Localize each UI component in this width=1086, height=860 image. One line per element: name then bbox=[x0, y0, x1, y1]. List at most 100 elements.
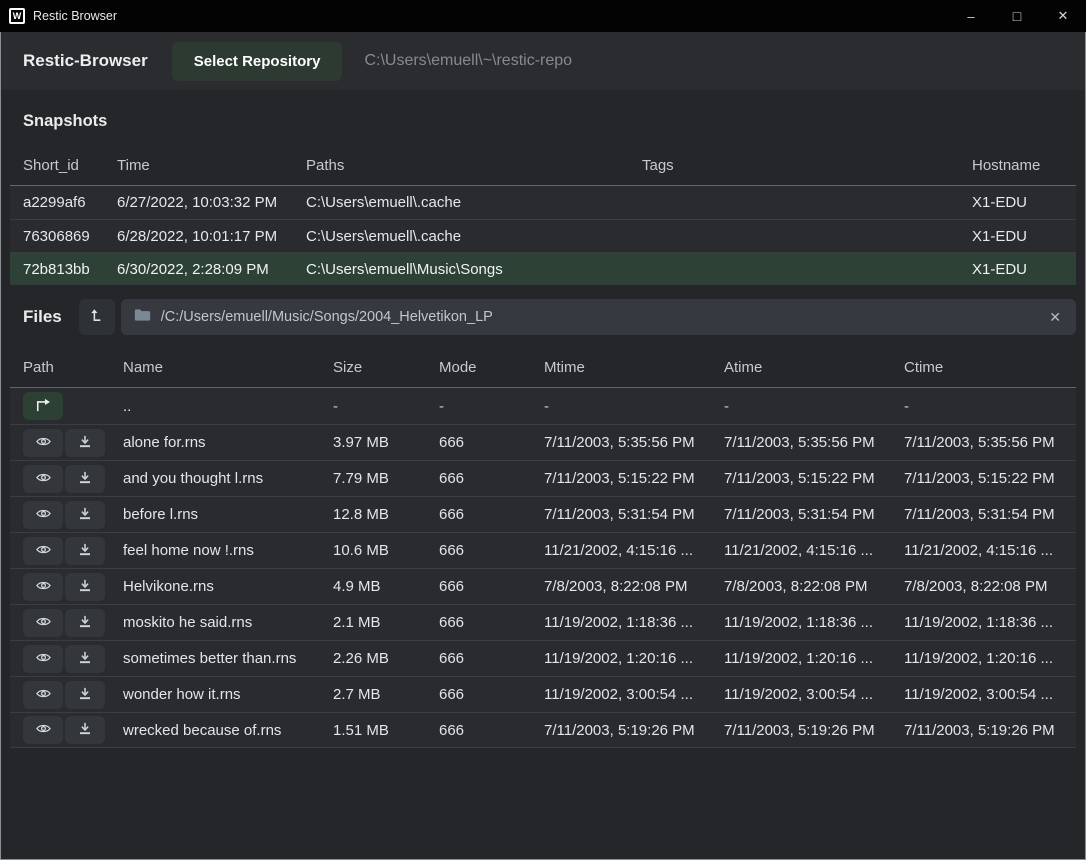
file-atime: 11/19/2002, 1:18:36 ... bbox=[724, 614, 904, 631]
preview-button[interactable] bbox=[23, 537, 63, 565]
title-bar: W Restic Browser – □ ✕ bbox=[0, 0, 1086, 32]
preview-button[interactable] bbox=[23, 609, 63, 637]
preview-button[interactable] bbox=[23, 429, 63, 457]
col-mode: Mode bbox=[439, 359, 544, 376]
download-button[interactable] bbox=[65, 429, 105, 457]
file-atime: 7/11/2003, 5:19:26 PM bbox=[724, 722, 904, 739]
file-mtime: 7/8/2003, 8:22:08 PM bbox=[544, 578, 724, 595]
file-name: feel home now !.rns bbox=[123, 542, 333, 559]
file-mtime: 11/19/2002, 1:20:16 ... bbox=[544, 650, 724, 667]
snapshot-row[interactable]: a2299af6 6/27/2022, 10:03:32 PM C:\Users… bbox=[10, 186, 1076, 219]
file-atime: 7/8/2003, 8:22:08 PM bbox=[724, 578, 904, 595]
download-icon bbox=[77, 434, 93, 452]
preview-button[interactable] bbox=[23, 681, 63, 709]
file-name: and you thought l.rns bbox=[123, 470, 333, 487]
file-mtime: 11/21/2002, 4:15:16 ... bbox=[544, 542, 724, 559]
window-controls: – □ ✕ bbox=[948, 0, 1086, 32]
parent-directory-row[interactable]: .. - - - - - bbox=[10, 388, 1076, 424]
file-name: before l.rns bbox=[123, 506, 333, 523]
preview-button[interactable] bbox=[23, 645, 63, 673]
col-mtime: Mtime bbox=[544, 359, 724, 376]
eye-icon bbox=[34, 542, 53, 560]
file-row[interactable]: Helvikone.rns 4.9 MB 666 7/8/2003, 8:22:… bbox=[10, 568, 1076, 604]
maximize-icon[interactable]: □ bbox=[994, 0, 1040, 32]
file-size: 4.9 MB bbox=[333, 578, 439, 595]
file-ctime: 7/11/2003, 5:35:56 PM bbox=[904, 434, 1064, 451]
preview-button[interactable] bbox=[23, 573, 63, 601]
download-button[interactable] bbox=[65, 537, 105, 565]
go-parent-button[interactable] bbox=[23, 392, 63, 420]
file-mtime: 7/11/2003, 5:35:56 PM bbox=[544, 434, 724, 451]
file-mode: 666 bbox=[439, 578, 544, 595]
eye-icon bbox=[34, 578, 53, 596]
snapshots-table-header: Short_id Time Paths Tags Hostname bbox=[10, 146, 1076, 186]
download-icon bbox=[77, 542, 93, 560]
snapshot-time: 6/30/2022, 2:28:09 PM bbox=[117, 261, 306, 278]
files-heading: Files bbox=[23, 307, 62, 327]
file-row[interactable]: wonder how it.rns 2.7 MB 666 11/19/2002,… bbox=[10, 676, 1076, 712]
app-title: Restic-Browser bbox=[23, 51, 148, 71]
snapshot-short-id: 72b813bb bbox=[23, 261, 117, 278]
snapshot-paths: C:\Users\emuell\.cache bbox=[306, 228, 642, 245]
preview-button[interactable] bbox=[23, 501, 63, 529]
file-ctime: 11/19/2002, 1:18:36 ... bbox=[904, 614, 1064, 631]
file-atime: 7/11/2003, 5:35:56 PM bbox=[724, 434, 904, 451]
wails-logo-icon: W bbox=[9, 8, 25, 24]
file-row[interactable]: alone for.rns 3.97 MB 666 7/11/2003, 5:3… bbox=[10, 424, 1076, 460]
file-row[interactable]: wrecked because of.rns 1.51 MB 666 7/11/… bbox=[10, 712, 1076, 748]
preview-button[interactable] bbox=[23, 465, 63, 493]
file-mtime: 7/11/2003, 5:31:54 PM bbox=[544, 506, 724, 523]
file-row[interactable]: before l.rns 12.8 MB 666 7/11/2003, 5:31… bbox=[10, 496, 1076, 532]
download-button[interactable] bbox=[65, 501, 105, 529]
download-button[interactable] bbox=[65, 645, 105, 673]
col-path: Path bbox=[23, 359, 123, 376]
file-row[interactable]: moskito he said.rns 2.1 MB 666 11/19/200… bbox=[10, 604, 1076, 640]
file-row[interactable]: and you thought l.rns 7.79 MB 666 7/11/2… bbox=[10, 460, 1076, 496]
file-row[interactable]: sometimes better than.rns 2.26 MB 666 11… bbox=[10, 640, 1076, 676]
current-path-input[interactable]: /C:/Users/emuell/Music/Songs/2004_Helvet… bbox=[121, 299, 1076, 335]
snapshot-row[interactable]: 76306869 6/28/2022, 10:01:17 PM C:\Users… bbox=[10, 219, 1076, 252]
snapshot-time: 6/28/2022, 10:01:17 PM bbox=[117, 228, 306, 245]
select-repository-button[interactable]: Select Repository bbox=[172, 42, 343, 81]
restic-browser-window: W Restic Browser – □ ✕ Restic-Browser Se… bbox=[0, 0, 1086, 860]
file-ctime: 11/19/2002, 3:00:54 ... bbox=[904, 686, 1064, 703]
col-ctime: Ctime bbox=[904, 359, 1064, 376]
file-atime: - bbox=[724, 398, 904, 415]
eye-icon bbox=[34, 650, 53, 668]
window-title: Restic Browser bbox=[33, 9, 117, 23]
download-button[interactable] bbox=[65, 716, 105, 744]
close-icon[interactable]: ✕ bbox=[1040, 0, 1086, 32]
file-mtime: 11/19/2002, 1:18:36 ... bbox=[544, 614, 724, 631]
file-mtime: - bbox=[544, 398, 724, 415]
download-button[interactable] bbox=[65, 465, 105, 493]
file-atime: 11/21/2002, 4:15:16 ... bbox=[724, 542, 904, 559]
download-icon bbox=[77, 578, 93, 596]
download-button[interactable] bbox=[65, 573, 105, 601]
file-ctime: 11/21/2002, 4:15:16 ... bbox=[904, 542, 1064, 559]
minimize-icon[interactable]: – bbox=[948, 0, 994, 32]
file-mtime: 11/19/2002, 3:00:54 ... bbox=[544, 686, 724, 703]
clear-path-icon[interactable]: ✕ bbox=[1047, 309, 1063, 326]
file-size: 7.79 MB bbox=[333, 470, 439, 487]
file-size: 10.6 MB bbox=[333, 542, 439, 559]
file-size: 2.1 MB bbox=[333, 614, 439, 631]
window-content: Restic-Browser Select Repository C:\User… bbox=[0, 32, 1086, 860]
up-level-button[interactable] bbox=[79, 299, 115, 335]
eye-icon bbox=[34, 470, 53, 488]
file-size: - bbox=[333, 398, 439, 415]
snapshot-paths: C:\Users\emuell\.cache bbox=[306, 194, 642, 211]
preview-button[interactable] bbox=[23, 716, 63, 744]
file-ctime: 7/8/2003, 8:22:08 PM bbox=[904, 578, 1064, 595]
file-atime: 7/11/2003, 5:31:54 PM bbox=[724, 506, 904, 523]
file-row[interactable]: feel home now !.rns 10.6 MB 666 11/21/20… bbox=[10, 532, 1076, 568]
snapshot-row-selected[interactable]: 72b813bb 6/30/2022, 2:28:09 PM C:\Users\… bbox=[10, 252, 1076, 285]
file-size: 1.51 MB bbox=[333, 722, 439, 739]
file-name: wrecked because of.rns bbox=[123, 722, 333, 739]
snapshot-hostname: X1-EDU bbox=[972, 228, 1064, 245]
download-button[interactable] bbox=[65, 609, 105, 637]
download-button[interactable] bbox=[65, 681, 105, 709]
snapshot-hostname: X1-EDU bbox=[972, 194, 1064, 211]
file-ctime: 7/11/2003, 5:31:54 PM bbox=[904, 506, 1064, 523]
current-path-text: /C:/Users/emuell/Music/Songs/2004_Helvet… bbox=[161, 309, 1048, 325]
download-icon bbox=[77, 686, 93, 704]
